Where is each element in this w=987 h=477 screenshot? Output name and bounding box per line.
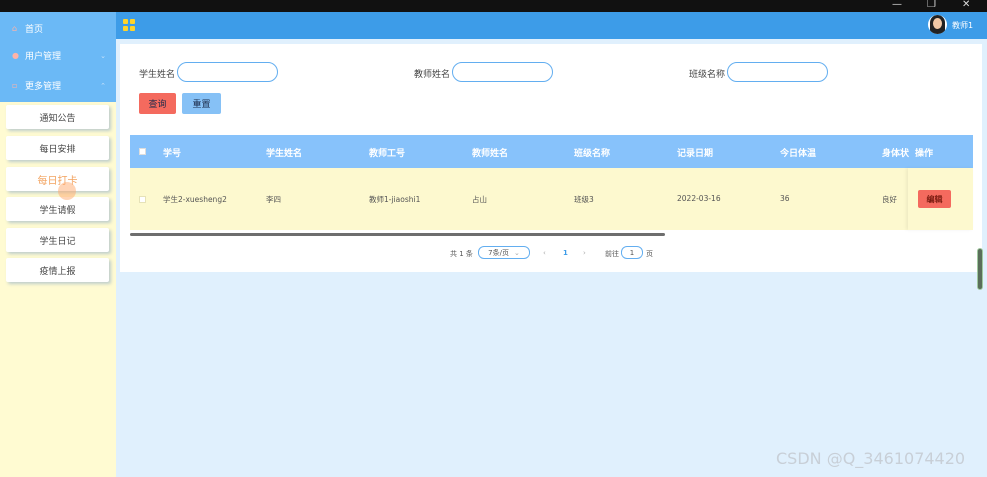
sidebar-item-home[interactable]: ⌂ 首页 <box>0 15 116 42</box>
page-unit-label: 页 <box>646 250 653 258</box>
column-header-teacher-name: 教师姓名 <box>472 149 509 159</box>
table-header <box>130 135 973 168</box>
goto-page-input[interactable]: 1 <box>621 246 643 259</box>
mouse-cursor-icon <box>58 182 76 200</box>
pagination-total: 共 1 条 <box>450 250 473 258</box>
select-all-checkbox[interactable] <box>139 148 146 155</box>
cell-class-name: 班级3 <box>574 195 594 204</box>
column-header-student-id: 学号 <box>163 149 182 159</box>
teacher-name-label: 教师姓名 <box>414 70 451 80</box>
student-name-label: 学生姓名 <box>139 70 176 80</box>
top-header: 教师1 <box>116 12 987 39</box>
user-icon: ● <box>12 51 19 60</box>
goto-page-value: 1 <box>629 248 635 257</box>
edit-button[interactable]: 编辑 <box>918 190 951 208</box>
column-header-teacher-id: 教师工号 <box>369 149 406 159</box>
column-header-temperature: 今日体温 <box>780 149 817 159</box>
sidebar-item-leave[interactable]: 学生请假 <box>6 197 109 221</box>
horizontal-scrollbar[interactable] <box>130 233 665 236</box>
minimize-button[interactable]: — <box>892 0 902 10</box>
sidebar-group-more[interactable]: ▫ 更多管理 ⌃ <box>0 72 116 99</box>
teacher-name-input[interactable] <box>452 62 553 82</box>
cell-health: 良好 <box>882 195 897 204</box>
cell-teacher-name: 占山 <box>472 195 487 204</box>
column-header-date: 记录日期 <box>677 149 714 159</box>
chevron-up-icon: ⌃ <box>100 81 106 90</box>
column-header-class-name: 班级名称 <box>574 149 611 159</box>
sidebar-item-label: 更多管理 <box>25 82 62 92</box>
column-header-actions: 操作 <box>915 149 934 159</box>
grid-logo-icon[interactable] <box>123 19 135 31</box>
cell-teacher-id: 教师1-jiaoshi1 <box>369 195 421 204</box>
sidebar-item-schedule[interactable]: 每日安排 <box>6 136 109 160</box>
goto-label: 前往 <box>605 250 619 258</box>
page-size-value: 7条/页 <box>488 248 509 257</box>
user-name[interactable]: 教师1 <box>952 20 973 31</box>
close-button[interactable]: ✕ <box>962 0 970 10</box>
cell-student-name: 李四 <box>266 195 281 204</box>
restore-button[interactable]: ❐ <box>927 0 936 10</box>
next-page-icon[interactable]: › <box>583 249 586 257</box>
cell-temperature: 36 <box>780 194 790 203</box>
cell-student-id: 学生2-xuesheng2 <box>163 195 227 204</box>
class-name-label: 班级名称 <box>689 70 726 80</box>
vertical-scrollbar[interactable] <box>977 248 983 290</box>
column-header-student-name: 学生姓名 <box>266 149 303 159</box>
row-checkbox[interactable] <box>139 196 146 203</box>
sidebar: ⌂ 首页 ● 用户管理 ⌄ ▫ 更多管理 ⌃ 通知公告 每日安排 每日打卡 学生… <box>0 12 116 477</box>
sidebar-item-label: 首页 <box>25 25 44 35</box>
cell-date: 2022-03-16 <box>677 194 721 203</box>
sidebar-group-users[interactable]: ● 用户管理 ⌄ <box>0 42 116 69</box>
page-size-select[interactable]: 7条/页 ⌄ <box>478 246 530 259</box>
sidebar-item-label: 用户管理 <box>25 52 62 62</box>
sidebar-item-notice[interactable]: 通知公告 <box>6 105 109 129</box>
menu-icon: ▫ <box>12 81 18 90</box>
chevron-down-icon: ⌄ <box>100 51 106 60</box>
page-number-current[interactable]: 1 <box>563 249 568 257</box>
class-name-input[interactable] <box>727 62 828 82</box>
column-header-health: 身体状 <box>882 149 910 159</box>
sidebar-item-epidemic-report[interactable]: 疫情上报 <box>6 258 109 282</box>
student-name-input[interactable] <box>177 62 278 82</box>
prev-page-icon[interactable]: ‹ <box>543 249 546 257</box>
search-button[interactable]: 查询 <box>139 93 176 114</box>
sidebar-item-diary[interactable]: 学生日记 <box>6 228 109 252</box>
chevron-down-icon: ⌄ <box>513 248 520 257</box>
watermark: CSDN @Q_3461074420 <box>776 449 966 468</box>
reset-button[interactable]: 重置 <box>182 93 221 114</box>
avatar[interactable] <box>928 15 947 34</box>
home-icon: ⌂ <box>12 24 18 33</box>
table-row <box>130 168 973 230</box>
window-title-bar: — ❐ ✕ <box>0 0 987 12</box>
